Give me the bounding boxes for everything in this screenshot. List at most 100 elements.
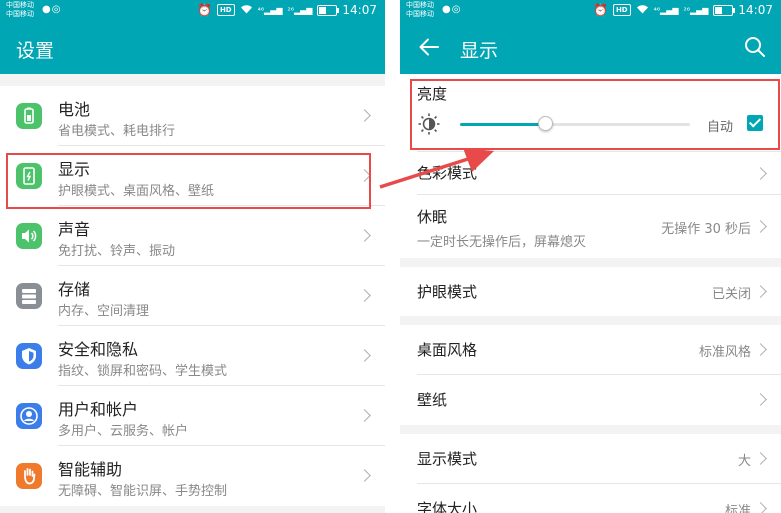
carrier-label: 中国移动 — [6, 10, 34, 18]
item-title: 安全和隐私 — [58, 340, 139, 359]
sync-icon: ◎ — [51, 4, 62, 15]
font-size-setting[interactable]: 字体大小 标准 — [400, 484, 781, 513]
signal-icon: ²⁶▂▄▆ — [683, 5, 709, 15]
network-type: ²⁶ — [683, 5, 690, 15]
storage-icon — [16, 283, 42, 309]
settings-item-storage[interactable]: 存储 内存、空间清理 — [0, 266, 385, 326]
chevron-right-icon — [358, 109, 371, 122]
display-settings-group-2: 护眼模式 已关闭 — [400, 267, 781, 316]
item-subtitle: 内存、空间清理 — [58, 304, 150, 319]
item-subtitle: 指纹、锁屏和密码、学生模式 — [58, 364, 228, 379]
wechat-icon: ● — [42, 4, 52, 15]
status-icons: ⏰ HD ⁴⁶▂▄▆ ²⁶▂▄▆ 14:07 — [593, 3, 773, 17]
item-title: 显示模式 — [417, 450, 478, 468]
hd-badge: HD — [216, 4, 235, 16]
carrier-label: 中国移动 — [406, 1, 434, 9]
chevron-right-icon — [358, 229, 371, 242]
chevron-right-icon — [358, 289, 371, 302]
sync-icon: ◎ — [451, 4, 462, 15]
highlight-box-brightness — [410, 79, 780, 150]
notification-icons: ●◎ — [442, 4, 461, 15]
carrier-labels: 中国移动 中国移动 — [406, 1, 434, 19]
display-screen: 中国移动 中国移动 ●◎ ⏰ HD ⁴⁶▂▄▆ ²⁶▂▄▆ 14:07 显示 亮… — [400, 0, 781, 513]
app-bar: 设置 — [0, 22, 385, 74]
network-type: ⁴⁶ — [653, 5, 661, 15]
carrier-label: 中国移动 — [406, 10, 434, 18]
item-subtitle: 多用户、云服务、帐户 — [58, 424, 189, 439]
status-bar: 中国移动 中国移动 ●◎ ⏰ HD ⁴⁶▂▄▆ ²⁶▂▄▆ 14:07 — [400, 0, 781, 22]
settings-item-smart-assist[interactable]: 智能辅助 无障碍、智能识屏、手势控制 — [0, 446, 385, 506]
item-title: 字体大小 — [417, 500, 478, 513]
app-bar: 显示 — [400, 22, 781, 74]
shield-icon — [16, 343, 42, 369]
battery-status-icon — [713, 4, 736, 16]
back-arrow-icon[interactable] — [416, 34, 442, 60]
chevron-right-icon — [358, 409, 371, 422]
chevron-right-icon — [754, 219, 767, 233]
eye-comfort-value: 已关闭 — [711, 286, 751, 302]
item-title: 壁纸 — [417, 391, 448, 409]
item-subtitle: 免打扰、铃声、振动 — [58, 244, 176, 259]
chevron-right-icon — [754, 284, 767, 298]
hd-badge: HD — [612, 4, 631, 16]
chevron-right-icon — [754, 502, 767, 513]
chevron-right-icon — [754, 393, 767, 406]
battery-status-icon — [317, 4, 340, 16]
sleep-value: 无操作 30 秒后 — [661, 221, 751, 237]
network-type: ⁴⁶ — [257, 5, 265, 15]
item-title: 桌面风格 — [417, 341, 478, 359]
settings-item-users[interactable]: 用户和帐户 多用户、云服务、帐户 — [0, 386, 385, 446]
alarm-icon: ⏰ — [593, 3, 608, 17]
item-title: 休眠 — [417, 208, 448, 226]
chevron-right-icon — [358, 469, 371, 482]
settings-list: 电池 省电模式、耗电排行 显示 护眼模式、桌面风格、壁纸 声音 免打扰、铃声、振… — [0, 86, 385, 506]
item-title: 用户和帐户 — [58, 400, 139, 419]
carrier-labels: 中国移动 中国移动 — [6, 1, 34, 19]
font-size-value: 标准 — [724, 504, 751, 513]
settings-item-security[interactable]: 安全和隐私 指纹、锁屏和密码、学生模式 — [0, 326, 385, 386]
home-screen-style-value: 标准风格 — [698, 345, 751, 360]
display-mode-setting[interactable]: 显示模式 大 — [400, 434, 781, 484]
status-icons: ⏰ HD ⁴⁶▂▄▆ ²⁶▂▄▆ 14:07 — [197, 3, 377, 17]
display-settings-group-3: 桌面风格 标准风格 壁纸 — [400, 325, 781, 425]
eye-comfort-setting[interactable]: 护眼模式 已关闭 — [400, 267, 781, 316]
network-type: ²⁶ — [287, 5, 294, 15]
notification-icons: ●◎ — [42, 4, 61, 15]
sleep-setting[interactable]: 休眠 一定时长无操作后，屏幕熄灭 无操作 30 秒后 — [400, 195, 781, 258]
item-title: 色彩模式 — [417, 164, 478, 182]
page-title: 显示 — [460, 40, 499, 62]
battery-icon — [16, 103, 42, 129]
settings-item-sound[interactable]: 声音 免打扰、铃声、振动 — [0, 206, 385, 266]
signal-icon: ²⁶▂▄▆ — [287, 5, 313, 15]
display-mode-value: 大 — [737, 454, 751, 469]
color-mode-setting[interactable]: 色彩模式 — [400, 152, 781, 195]
alarm-icon: ⏰ — [197, 3, 212, 17]
display-settings-group-4: 显示模式 大 字体大小 标准 — [400, 434, 781, 513]
chevron-right-icon — [358, 349, 371, 362]
search-icon[interactable] — [743, 35, 767, 59]
hand-icon — [16, 463, 42, 489]
sound-icon — [16, 223, 42, 249]
item-title: 智能辅助 — [58, 460, 123, 479]
user-icon — [16, 403, 42, 429]
item-title: 声音 — [58, 220, 91, 239]
settings-item-battery[interactable]: 电池 省电模式、耗电排行 — [0, 86, 385, 146]
wifi-icon — [240, 3, 253, 17]
chevron-right-icon — [754, 166, 767, 180]
home-screen-style-setting[interactable]: 桌面风格 标准风格 — [400, 325, 781, 375]
signal-icon: ⁴⁶▂▄▆ — [257, 5, 283, 15]
highlight-box-display-item — [6, 153, 371, 209]
chevron-right-icon — [754, 452, 767, 465]
carrier-label: 中国移动 — [6, 1, 34, 9]
item-title: 存储 — [58, 280, 91, 299]
wallpaper-setting[interactable]: 壁纸 — [400, 375, 781, 425]
item-subtitle: 无障碍、智能识屏、手势控制 — [58, 484, 228, 499]
status-bar: 中国移动 中国移动 ●◎ ⏰ HD ⁴⁶▂▄▆ ²⁶▂▄▆ 14:07 — [0, 0, 385, 22]
item-subtitle: 省电模式、耗电排行 — [58, 124, 176, 139]
clock: 14:07 — [342, 3, 377, 17]
signal-icon: ⁴⁶▂▄▆ — [653, 5, 679, 15]
wechat-icon: ● — [442, 4, 452, 15]
page-title: 设置 — [16, 40, 55, 62]
wifi-icon — [636, 3, 649, 17]
item-title: 护眼模式 — [417, 283, 478, 301]
